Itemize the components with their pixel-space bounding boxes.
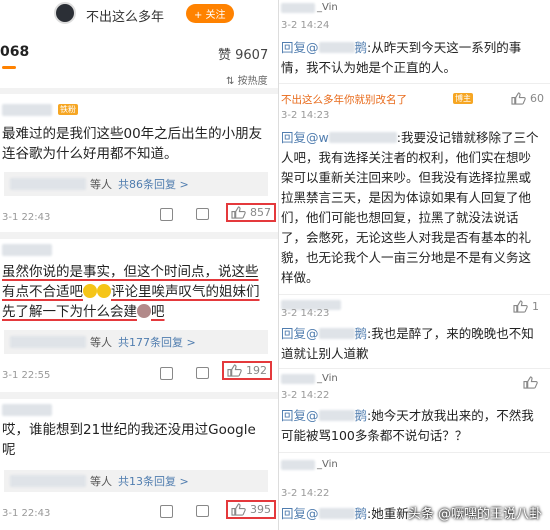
like-count: 60: [530, 92, 544, 105]
replies-link[interactable]: 共86条回复 >: [118, 176, 189, 192]
reply-names: 等人: [90, 178, 112, 191]
comment-text-part: 吧: [151, 304, 165, 320]
replier-name-suffix: _Vin: [317, 373, 338, 384]
like-count: 395: [250, 503, 271, 516]
comment-time: 3-1 22:43: [2, 508, 51, 519]
thumbs-up-icon: [231, 503, 246, 516]
reply-prefix: 回复@: [281, 40, 319, 55]
commenter-name: [2, 244, 52, 256]
avatar[interactable]: [54, 2, 76, 24]
like-button[interactable]: 395: [226, 500, 276, 519]
sort-label: 按热度: [237, 76, 268, 87]
divider: [0, 88, 278, 94]
reply-prefix: 回复@: [281, 408, 319, 423]
watermark: 头条 @噘嘿的王说八卦: [407, 507, 542, 522]
follow-button[interactable]: + 关注: [186, 4, 234, 23]
right-screenshot: _Vin 3-2 14:24 回复@ 鹅:从昨天到今天这一系列的事情，我不认为她是…: [279, 0, 550, 530]
like-button[interactable]: 857: [226, 203, 276, 222]
like-button[interactable]: 1: [513, 300, 539, 313]
reply-text: 回复@ 鹅:她今天才放我出来的，不然我可能被骂100多条都不说句话？？: [281, 406, 543, 446]
reply-names: 等人: [90, 475, 112, 488]
like-count: 857: [250, 206, 271, 219]
thumbs-up-icon: [227, 364, 242, 377]
blogger-badge: 博主: [453, 93, 473, 104]
share-icon[interactable]: [160, 367, 173, 380]
divider: [279, 83, 550, 84]
reply-preview[interactable]: 等人 共13条回复 >: [4, 470, 268, 492]
like-count: 192: [246, 364, 267, 377]
comment-icon[interactable]: [196, 367, 209, 379]
replies-link[interactable]: 共13条回复 >: [118, 473, 189, 489]
post-author-name[interactable]: 不出这么多年: [86, 6, 164, 25]
divider: [0, 392, 278, 399]
reply-time: 3-2 14:24: [281, 20, 330, 31]
share-icon[interactable]: [160, 505, 173, 518]
share-icon[interactable]: [160, 208, 173, 221]
reply-mention[interactable]: 鹅: [355, 326, 368, 341]
reply-text: 回复@w:我要没记错就移除了三个人吧，我有选择关注者的权利，他们实在想吵架可以重…: [281, 128, 543, 288]
like-count: 1: [532, 300, 539, 313]
reply-preview[interactable]: 等人 共177条回复 >: [4, 330, 268, 354]
post-like-count: 赞 9607: [218, 48, 269, 63]
reply-time: 3-2 14:23: [281, 110, 330, 121]
comment-time: 3-1 22:43: [2, 212, 51, 223]
like-button[interactable]: 192: [222, 361, 272, 380]
reply-preview[interactable]: 等人 共86条回复 >: [4, 172, 268, 196]
reply-time: 3-2 14:22: [281, 390, 330, 401]
reply-text: 回复@ 鹅:从昨天到今天这一系列的事情，我不认为她是个正直的人。: [281, 38, 541, 78]
replier-name: [281, 460, 315, 470]
reply-prefix: 回复@: [281, 506, 319, 521]
reply-mention[interactable]: 鹅: [355, 40, 368, 55]
thumbs-up-icon: [231, 206, 246, 219]
divider: [0, 232, 278, 239]
left-screenshot: 不出这么多年 + 关注 068 赞 9607 ⇅ 按热度 铁粉 最难过的是我们这…: [0, 0, 278, 530]
reply-time: 3-2 14:23: [281, 308, 330, 319]
thumbs-up-icon: [523, 376, 538, 389]
sort-icon: ⇅: [226, 76, 235, 87]
fan-badge: 铁粉: [58, 104, 78, 115]
blogger-name[interactable]: 不出这么多年你就别改名了: [281, 92, 407, 107]
comment-text: 虽然你说的是事实，但这个时间点，说这些有点不合适吧 评论里唉声叹气的姐妹们先了解一…: [2, 262, 270, 322]
reply-body: :我要没记错就移除了三个人吧，我有选择关注者的权利，他们实在想吵架可以重新关注回…: [281, 130, 539, 285]
replier-name-suffix: _Vin: [317, 2, 338, 13]
comment-icon[interactable]: [196, 208, 209, 220]
comment-text: 哎，谁能想到21世纪的我还没用过Google呢: [2, 422, 256, 458]
reply-mention[interactable]: 鹅: [355, 506, 368, 521]
reply-body: :她重新: [367, 506, 409, 521]
active-tab-indicator: [2, 66, 16, 69]
reply-names: 等人: [90, 336, 112, 349]
emoji-icon: [97, 284, 111, 298]
divider: [279, 294, 550, 295]
comment-time: 3-1 22:55: [2, 370, 51, 381]
replies-link[interactable]: 共177条回复 >: [118, 334, 196, 350]
replier-name: [281, 374, 315, 384]
reply-text: 回复@ 鹅:我也是醉了，来的晚晚也不知道就让别人道歉: [281, 324, 543, 364]
reply-prefix: 回复@: [281, 326, 319, 341]
commenter-name: [2, 404, 52, 416]
reply-time: 3-2 14:22: [281, 488, 330, 499]
divider: [279, 452, 550, 453]
divider: [279, 368, 550, 369]
emoji-icon: [83, 284, 97, 298]
thumbs-up-icon: [511, 92, 526, 105]
replier-name: [281, 3, 315, 13]
commenter-name: [2, 104, 52, 116]
comment-icon[interactable]: [196, 505, 209, 517]
like-button[interactable]: 60: [511, 92, 544, 105]
post-id: 068: [0, 44, 30, 60]
reply-mention[interactable]: 鹅: [355, 408, 368, 423]
like-button[interactable]: [523, 376, 538, 389]
replier-name-suffix: _Vin: [317, 459, 338, 470]
emoji-icon: [137, 304, 151, 318]
reply-prefix: 回复@w: [281, 130, 329, 145]
sort-toggle[interactable]: ⇅ 按热度: [226, 72, 268, 87]
thumbs-up-icon: [513, 300, 528, 313]
comment-text: 最难过的是我们这些00年之后出生的小朋友连谷歌为什么好用都不知道。: [2, 126, 263, 162]
